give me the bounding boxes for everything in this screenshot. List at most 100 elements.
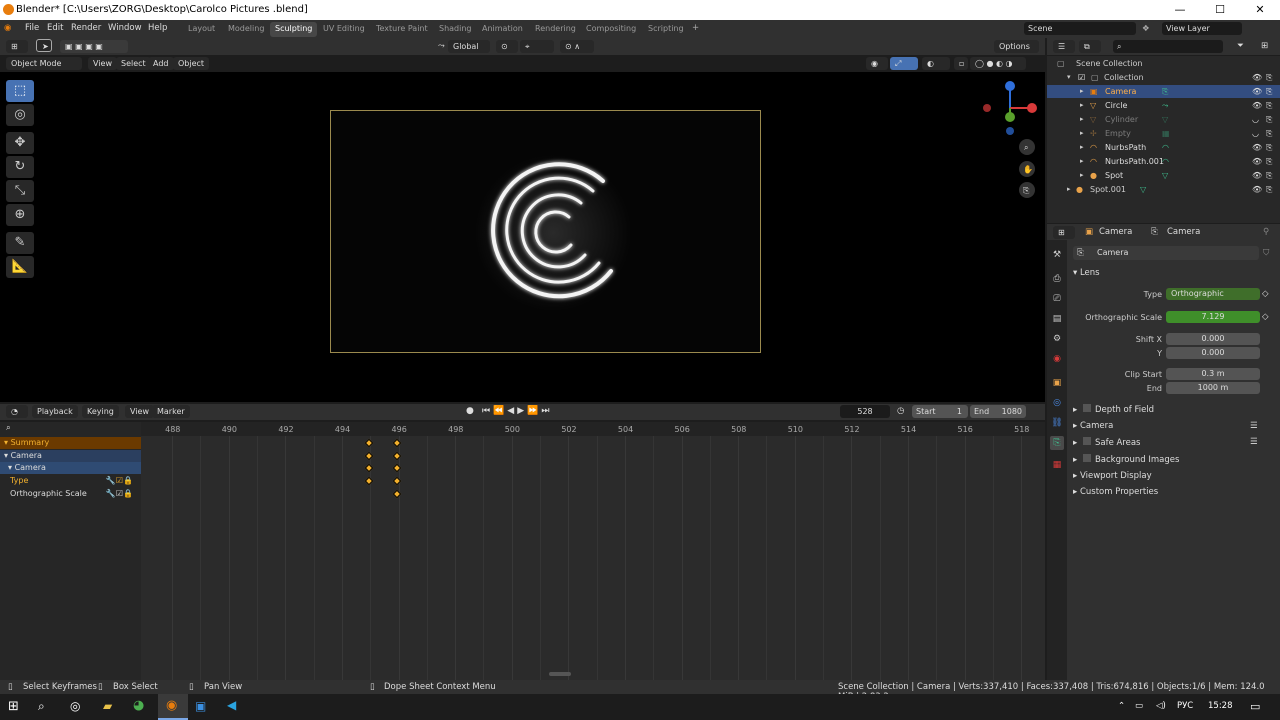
playback-controls[interactable]: ⏮⏪◀▶⏩⏭ [482, 406, 552, 416]
gizmo-x-axis[interactable] [1027, 103, 1037, 113]
minimize-button[interactable]: — [1160, 3, 1200, 16]
camera-datablock-selector[interactable]: Camera [1073, 246, 1259, 260]
clip-end-field[interactable]: 1000 m [1166, 382, 1260, 394]
current-frame-field[interactable]: 528 [840, 405, 890, 418]
network-icon[interactable]: ▭ [1135, 701, 1143, 711]
navigation-gizmo[interactable]: ⌕ ✋ ⎘ [980, 78, 1042, 198]
search-icon[interactable]: ⌕ [38, 699, 45, 714]
dopesheet-menu-playback[interactable]: Playback [32, 405, 78, 418]
display-mode-icon[interactable]: ⧉ [1079, 40, 1101, 53]
scale-icon[interactable]: ⤡ [6, 180, 34, 202]
dopesheet-menu-view[interactable]: View [125, 405, 154, 418]
select-box-icon[interactable]: ⬚ [6, 80, 34, 102]
dopesheet-menu-keying[interactable]: Keying [82, 405, 119, 418]
gizmo-toggle-icon[interactable]: ⤢ [890, 57, 918, 70]
camera-restrict-icon[interactable]: ⎘ [1266, 143, 1272, 153]
outliner-item-spot-001[interactable]: ▸ ● Spot.001 ▽ 👁 ⎘ [1047, 183, 1280, 196]
keyframe-marker[interactable] [364, 438, 374, 448]
keyframe-marker[interactable] [392, 451, 402, 460]
dopesheet-keyframe-area[interactable] [141, 436, 1051, 680]
select-tool-icon[interactable]: ➤ [36, 39, 52, 52]
camera-restrict-icon[interactable]: ⎘ [1266, 101, 1272, 111]
channel-toggles-icon[interactable]: 🔧☑🔒 [106, 476, 133, 485]
channel-fcurve[interactable]: Type 🔧☑🔒 [0, 475, 141, 488]
outliner-item[interactable]: ▸ ● Spot ▽ 👁 ⎘ [1047, 169, 1280, 182]
camera-restrict-icon[interactable]: ⎘ [1266, 157, 1272, 167]
snap-icon[interactable]: ⌖ [520, 40, 554, 53]
outliner-item[interactable]: ▸ ▽ Circle ⤳ 👁 ⎘ [1047, 99, 1280, 112]
menu-edit[interactable]: Edit [47, 23, 63, 33]
view-layer-tab-icon[interactable]: ▤ [1050, 312, 1064, 326]
camera-restrict-icon[interactable]: ⎘ [1266, 115, 1272, 125]
tab-modeling[interactable]: Modeling [223, 22, 269, 37]
pin-icon[interactable]: ⚲ [1263, 227, 1269, 237]
properties-editor-type-icon[interactable]: ⊞ [1053, 226, 1075, 239]
gizmo-y-axis[interactable] [1005, 112, 1015, 122]
tab-texture-paint[interactable]: Texture Paint [371, 22, 433, 37]
file-explorer-icon[interactable]: ▰ [103, 699, 112, 713]
world-tab-icon[interactable]: ◉ [1050, 352, 1064, 366]
expand-arrow-icon[interactable]: ▸ [1080, 171, 1084, 179]
dopesheet-menu-marker[interactable]: Marker [152, 405, 190, 418]
viewport-menu-object[interactable]: Object [173, 57, 210, 70]
pivot-point-icon[interactable]: ⊙ [496, 40, 518, 53]
dof-panel-header[interactable]: ▸ Depth of Field [1073, 404, 1154, 415]
eye-closed-icon[interactable]: ◡ [1252, 115, 1259, 124]
language-indicator[interactable]: РУС [1177, 701, 1193, 711]
outliner-item[interactable]: ▸ ✢ Empty ▦ ◡ ⎘ [1047, 127, 1280, 140]
outliner-editor-type-icon[interactable]: ☰ [1053, 40, 1075, 53]
menu-window[interactable]: Window [108, 23, 142, 33]
keyframe-marker[interactable] [392, 476, 402, 486]
end-frame-field[interactable]: End 1080 [970, 405, 1026, 418]
channel-search-icon[interactable]: ⌕ [6, 423, 11, 433]
maximize-button[interactable]: ☐ [1200, 3, 1240, 16]
render-tab-icon[interactable]: ⎙ [1050, 272, 1064, 286]
camera-data-tab-icon[interactable]: ⎘ [1050, 436, 1064, 450]
start-frame-field[interactable]: Start 1 [912, 405, 968, 418]
keyframe-marker[interactable] [392, 489, 402, 499]
record-icon[interactable]: ● [466, 406, 474, 416]
outliner-item[interactable]: ▸ ▣ Camera ⎘ 👁 ⎘ [1047, 85, 1280, 98]
ortho-scale-field[interactable]: 7.129 [1166, 311, 1260, 323]
annotate-icon[interactable]: ✎ [6, 232, 34, 254]
menu-help[interactable]: Help [148, 23, 167, 33]
camera-restrict-icon[interactable]: ⎘ [1266, 171, 1272, 181]
dopesheet-editor-type-icon[interactable]: ◔ [6, 405, 28, 418]
add-workspace-button[interactable]: + [692, 23, 699, 33]
expand-arrow-icon[interactable]: ▾ [1067, 73, 1071, 81]
tab-uv-editing[interactable]: UV Editing [318, 22, 370, 37]
eye-icon[interactable]: 👁 [1252, 185, 1262, 194]
eye-icon[interactable]: 👁 [1252, 143, 1262, 152]
tab-sculpting[interactable]: Sculpting [270, 22, 318, 37]
eye-icon[interactable]: 👁 [1252, 87, 1262, 96]
transform-icon[interactable]: ⊕ [6, 204, 34, 226]
collection-checkbox-icon[interactable]: ☑ [1078, 73, 1085, 82]
outliner-item[interactable]: ▸ ◠ NurbsPath.001 ◠ 👁 ⎘ [1047, 155, 1280, 168]
keyframe-marker[interactable] [364, 451, 374, 460]
expand-arrow-icon[interactable]: ▸ [1080, 129, 1084, 137]
view-layer-selector[interactable]: View Layer [1162, 22, 1242, 35]
visibility-icon[interactable]: ◉ [866, 57, 888, 70]
overlay-toggle-icon[interactable]: ◐ [922, 57, 950, 70]
frame-ruler[interactable]: 488 490 492 494 496 498 500 502 504 506 508 510 512 5… [141, 422, 1045, 436]
camera-panel-header[interactable]: ▸ Camera [1073, 421, 1113, 431]
safe-areas-checkbox[interactable] [1082, 437, 1091, 445]
tab-scripting[interactable]: Scripting [643, 22, 689, 37]
scene-selector[interactable]: Scene [1024, 22, 1136, 35]
keyframe-diamond-icon[interactable]: ◇ [1262, 312, 1269, 322]
notifications-icon[interactable]: ▭ [1250, 700, 1260, 713]
viewport-display-panel-header[interactable]: ▸ Viewport Display [1073, 471, 1152, 481]
menu-render[interactable]: Render [71, 23, 101, 33]
expand-arrow-icon[interactable]: ▸ [1080, 115, 1084, 123]
expand-arrow-icon[interactable]: ▸ [1080, 87, 1084, 95]
options-dropdown[interactable]: Options [994, 40, 1039, 53]
clip-start-field[interactable]: 0.3 m [1166, 368, 1260, 380]
gizmo-neg-z[interactable] [1006, 127, 1014, 135]
keyframe-marker[interactable] [364, 464, 374, 473]
channel-fcurve[interactable]: Orthographic Scale 🔧☑🔒 [0, 487, 141, 500]
menu-file[interactable]: File [25, 23, 39, 33]
expand-arrow-icon[interactable]: ▸ [1080, 157, 1084, 165]
shift-y-field[interactable]: 0.000 [1166, 347, 1260, 359]
camera-restrict-icon[interactable]: ⎘ [1266, 73, 1272, 83]
task-view-icon[interactable]: ◎ [70, 699, 80, 713]
